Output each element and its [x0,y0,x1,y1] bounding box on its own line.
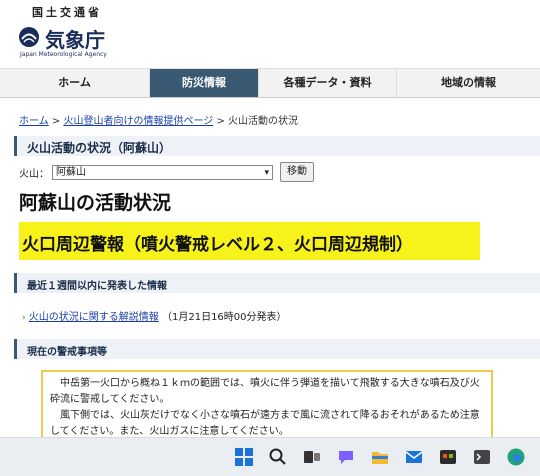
status-title: 火山活動の状況（阿蘇山） [27,141,172,155]
chevron-right-icon: › [22,313,26,323]
recent-info-date: （1月21日16時00分発表） [161,312,287,323]
breadcrumb-separator: > [216,116,225,127]
page-title: 阿蘇山の活動状況 [19,192,172,214]
breadcrumb-climber-info-link[interactable]: 火山登山者向けの情報提供ページ [63,116,213,127]
breadcrumb-separator: > [51,116,61,127]
windows-taskbar [0,437,540,476]
agency-logo-text[interactable]: 気象庁 [45,24,105,53]
volcano-select[interactable]: 阿蘇山 [52,164,273,180]
global-nav: ホーム 防災情報 各種データ・資料 地域の情報 [0,68,540,98]
breadcrumb-home-link[interactable]: ホーム [19,116,49,127]
nav-data[interactable]: 各種データ・資料 [259,69,397,97]
breadcrumb-current: 火山活動の状況 [228,116,299,127]
warning-heading: 現在の警戒事項等 [27,347,107,358]
mail-icon[interactable] [404,447,424,467]
jma-logo-icon [19,27,39,47]
warning-paragraph: 中岳第一火口から概ね１ｋｍの範囲では、噴火に伴う弾道を描いて飛散する大きな噴石及… [50,378,480,405]
volcano-status-explanation-link[interactable]: 火山の状況に関する解説情報 [29,312,159,323]
warning-paragraph: 風下側では、火山灰だけでなく小さな噴石が遠方まで風に流されて降るおそれがあるため… [50,410,480,437]
move-button[interactable]: 移動 [280,162,314,182]
search-icon[interactable] [268,447,288,467]
site-header: 国土交通省 気象庁 Japan Meteorological Agency [0,0,540,66]
alert-banner: 火口周辺警報（噴火警戒レベル２、火口周辺規制） [19,222,480,260]
windows-start-icon[interactable] [234,447,254,467]
recent-info-item: › 火山の状況に関する解説情報 （1月21日16時00分発表） [22,308,287,323]
volcano-select-label: 火山： [19,168,49,180]
status-title-bar: 火山活動の状況（阿蘇山） [14,136,540,156]
warning-heading-bar: 現在の警戒事項等 [14,339,540,359]
file-explorer-icon[interactable] [370,447,390,467]
ministry-label: 国土交通省 [32,6,102,19]
chat-icon[interactable] [336,447,356,467]
recent-info-heading-bar: 最近１週間以内に発表した情報 [14,273,540,293]
recent-info-heading: 最近１週間以内に発表した情報 [27,281,167,292]
breadcrumb: ホーム > 火山登山者向けの情報提供ページ > 火山活動の状況 [19,112,298,127]
volcano-selector: 火山： 阿蘇山 移動 [19,162,314,182]
terminal-icon[interactable] [472,447,492,467]
nav-home[interactable]: ホーム [0,69,150,97]
alert-banner-text: 火口周辺警報（噴火警戒レベル２、火口周辺規制） [22,235,413,255]
task-view-icon[interactable] [302,447,322,467]
store-icon[interactable] [438,447,458,467]
edge-icon[interactable] [506,447,526,467]
volcano-select-value: 阿蘇山 [56,166,86,178]
agency-logo-english: Japan Meteorological Agency [20,51,107,58]
nav-regional[interactable]: 地域の情報 [397,69,540,97]
nav-disaster-info[interactable]: 防災情報 [150,69,259,97]
